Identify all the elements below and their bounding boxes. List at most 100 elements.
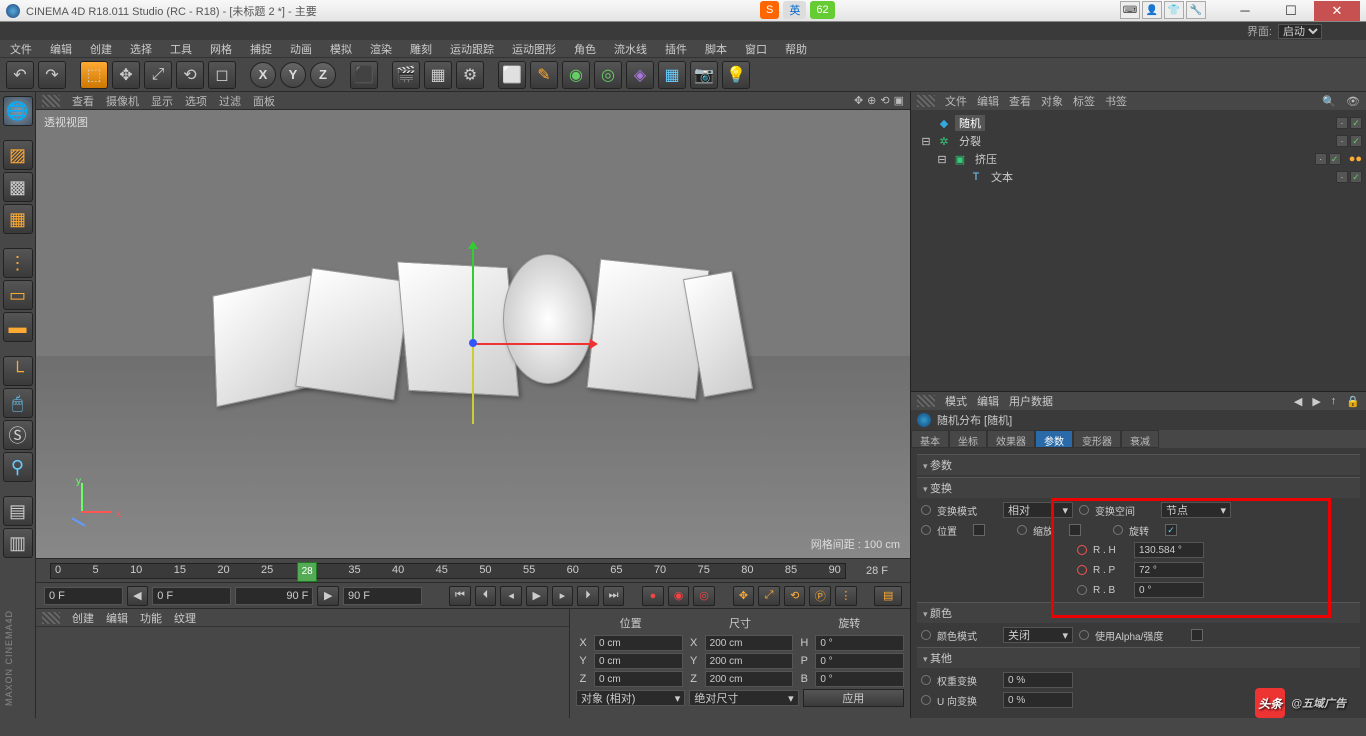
- alpha-checkbox[interactable]: [1191, 629, 1203, 641]
- dopesheet-button[interactable]: ▤: [874, 586, 901, 606]
- grip-icon[interactable]: [42, 612, 60, 624]
- rp-field[interactable]: 72 °: [1134, 562, 1204, 578]
- section-params[interactable]: 参数: [917, 454, 1360, 475]
- menu-edit[interactable]: 编辑: [44, 39, 78, 59]
- key-scale[interactable]: ⤢: [758, 586, 780, 606]
- attr-tab[interactable]: 变形器: [1073, 430, 1121, 448]
- attr-menu-edit[interactable]: 编辑: [977, 393, 999, 409]
- menu-file[interactable]: 文件: [4, 39, 38, 59]
- eye-icon[interactable]: 👁: [1346, 95, 1360, 108]
- anim-dot[interactable]: [1079, 505, 1089, 515]
- section-other[interactable]: 其他: [917, 647, 1360, 668]
- autokey-button[interactable]: ◉: [668, 586, 690, 606]
- key-pos[interactable]: ✥: [733, 586, 755, 606]
- range-start2[interactable]: 0 F: [152, 587, 231, 605]
- rotate-tool[interactable]: ⟲: [176, 61, 204, 89]
- minimize-button[interactable]: ─: [1222, 1, 1268, 21]
- magnet-icon[interactable]: ⚲: [3, 452, 33, 482]
- vp-menu-options[interactable]: 选项: [185, 93, 207, 109]
- viewport[interactable]: 透视视图 yx 网格间距 : 100 cm: [36, 110, 910, 558]
- close-button[interactable]: ✕: [1314, 1, 1360, 21]
- attr-nav-prev[interactable]: ◀: [1294, 395, 1302, 408]
- section-transform[interactable]: 变换: [917, 477, 1360, 498]
- menu-script[interactable]: 脚本: [699, 39, 733, 59]
- vp-menu-panel[interactable]: 面板: [253, 93, 275, 109]
- x-axis-lock[interactable]: X: [250, 62, 276, 88]
- key-param[interactable]: Ⓟ: [809, 586, 831, 606]
- color-mode-select[interactable]: 关闭▾: [1003, 627, 1073, 643]
- menu-create[interactable]: 创建: [84, 39, 118, 59]
- camera-add[interactable]: 📷: [690, 61, 718, 89]
- attr-tab[interactable]: 衰减: [1121, 430, 1159, 448]
- y-axis-lock[interactable]: Y: [280, 62, 306, 88]
- uoffset-field[interactable]: 0 %: [1003, 692, 1073, 708]
- recent-tool[interactable]: ◻: [208, 61, 236, 89]
- coord-system[interactable]: ⬛: [350, 61, 378, 89]
- menu-animate[interactable]: 动画: [284, 39, 318, 59]
- anim-dot[interactable]: [921, 630, 931, 640]
- menu-window[interactable]: 窗口: [739, 39, 773, 59]
- cube-primitive[interactable]: ⬜: [498, 61, 526, 89]
- layout-select[interactable]: 启动: [1278, 24, 1322, 39]
- gizmo-center[interactable]: [469, 339, 477, 347]
- object-tree[interactable]: ◆随机·✓⊟✲分裂·✓⊟▣挤压·✓●●T文本·✓: [911, 110, 1366, 391]
- menu-render[interactable]: 渲染: [364, 39, 398, 59]
- anim-dot[interactable]: [1077, 545, 1087, 555]
- vp-nav4-icon[interactable]: ▣: [894, 94, 904, 107]
- transform-mode-select[interactable]: 相对▾: [1003, 502, 1073, 518]
- edge-mode[interactable]: ▭: [3, 280, 33, 310]
- attr-nav-up[interactable]: ↑: [1331, 395, 1337, 407]
- key-pla[interactable]: ⋮: [835, 586, 857, 606]
- anim-dot[interactable]: [1077, 565, 1087, 575]
- goto-end[interactable]: ⏭: [603, 586, 625, 606]
- coord-size-select[interactable]: 绝对尺寸▾: [689, 690, 798, 706]
- generator2[interactable]: ◎: [594, 61, 622, 89]
- attr-tab[interactable]: 坐标: [949, 430, 987, 448]
- vp-nav3-icon[interactable]: ⟲: [880, 94, 889, 107]
- ime-badge[interactable]: 62: [810, 1, 834, 19]
- search-icon[interactable]: 🔍: [1322, 95, 1336, 108]
- obj-menu-obj[interactable]: 对象: [1041, 93, 1063, 109]
- grip-icon[interactable]: [917, 395, 935, 407]
- rotation-checkbox[interactable]: ✓: [1165, 524, 1177, 536]
- mat-menu-create[interactable]: 创建: [72, 610, 94, 626]
- menu-plugins[interactable]: 插件: [659, 39, 693, 59]
- ime-kb-icon[interactable]: ⌨: [1120, 1, 1140, 19]
- environment[interactable]: ▦: [658, 61, 686, 89]
- menu-mesh[interactable]: 网格: [204, 39, 238, 59]
- redo-button[interactable]: ↷: [38, 61, 66, 89]
- menu-track[interactable]: 运动跟踪: [444, 39, 500, 59]
- range-prev[interactable]: ◀: [127, 586, 149, 606]
- vp-nav2-icon[interactable]: ⊕: [867, 94, 876, 107]
- anim-dot[interactable]: [921, 525, 931, 535]
- next-frame[interactable]: ▸: [552, 586, 574, 606]
- keysel-button[interactable]: ◎: [693, 586, 715, 606]
- z-axis-lock[interactable]: Z: [310, 62, 336, 88]
- anim-dot[interactable]: [921, 695, 931, 705]
- attr-tab[interactable]: 基本: [911, 430, 949, 448]
- play-button[interactable]: ▶: [526, 586, 548, 606]
- rb-field[interactable]: 0 °: [1134, 582, 1204, 598]
- workplane1[interactable]: ▤: [3, 496, 33, 526]
- obj-menu-edit[interactable]: 编辑: [977, 93, 999, 109]
- render-view[interactable]: 🎬: [392, 61, 420, 89]
- grip-icon[interactable]: [917, 95, 935, 107]
- menu-character[interactable]: 角色: [568, 39, 602, 59]
- menu-pipeline[interactable]: 流水线: [608, 39, 653, 59]
- vp-menu-display[interactable]: 显示: [151, 93, 173, 109]
- menu-help[interactable]: 帮助: [779, 39, 813, 59]
- next-key[interactable]: ⏵: [577, 586, 599, 606]
- obj-menu-view[interactable]: 查看: [1009, 93, 1031, 109]
- ime-logo[interactable]: S: [760, 1, 779, 19]
- menu-snap[interactable]: 捕捉: [244, 39, 278, 59]
- position-checkbox[interactable]: [973, 524, 985, 536]
- coord-mode-select[interactable]: 对象 (相对)▾: [576, 690, 685, 706]
- section-color[interactable]: 颜色: [917, 602, 1360, 623]
- scale-tool[interactable]: ⤢: [144, 61, 172, 89]
- menu-mograph[interactable]: 运动图形: [506, 39, 562, 59]
- anim-dot[interactable]: [921, 675, 931, 685]
- prev-key[interactable]: ⏴: [475, 586, 497, 606]
- menu-simulate[interactable]: 模拟: [324, 39, 358, 59]
- model-mode[interactable]: ▨: [3, 140, 33, 170]
- attr-tab[interactable]: 效果器: [987, 430, 1035, 448]
